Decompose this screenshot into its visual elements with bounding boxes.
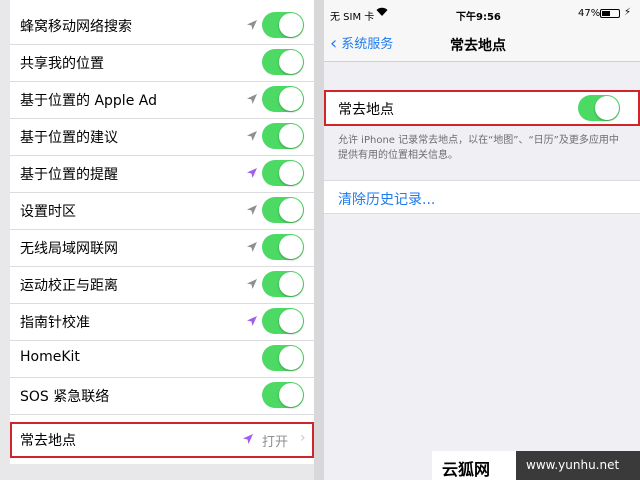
location-arrow-icon [247,205,257,215]
list-item-label: HomeKit [20,349,80,365]
toggle-switch[interactable] [262,271,304,297]
location-arrow-icon [247,242,257,252]
list-item-label: 无线局域网联网 [20,241,118,257]
toggle-switch[interactable] [262,123,304,149]
list-item-reminders[interactable]: 基于位置的提醒 [10,156,314,193]
cell-label: 常去地点 [338,102,394,118]
wifi-icon [376,7,388,19]
toggle-switch[interactable] [262,197,304,223]
clear-history-link[interactable]: 清除历史记录... [338,189,435,209]
location-arrow-icon [247,168,257,178]
list-item-label: 常去地点 [20,433,76,449]
status-bar: 无 SIM 卡 下午9:56 47% ⚡ [324,0,640,24]
list-item-apple-ads[interactable]: 基于位置的 Apple Ad [10,82,314,119]
frequent-locations-screen: 无 SIM 卡 下午9:56 47% ⚡ ‹ 系统服务 常去地点 常去地点 允许 … [324,0,640,480]
toggle-switch[interactable] [262,49,304,75]
list-item-compass-calibration[interactable]: 指南针校准 [10,304,314,341]
description-text: 允许 iPhone 记录常去地点，以在“地图”、“日历”及更多应用中提供有用的位… [338,135,619,161]
location-arrow-icon [247,316,257,326]
page-title: 常去地点 [450,38,506,54]
list-item-label: SOS 紧急联络 [20,389,110,405]
divider [314,0,324,480]
list-item-suggestions[interactable]: 基于位置的建议 [10,119,314,156]
toggle-switch[interactable] [262,234,304,260]
back-label: 系统服务 [341,37,394,52]
list-item-cellular-search[interactable]: 蜂窝移动网络搜索 [10,8,314,45]
list-item-label: 共享我的位置 [20,56,104,72]
chevron-right-icon: › [300,430,306,446]
watermark-logo-text: 云狐网 [442,460,491,479]
frequent-locations-toggle[interactable] [578,95,620,121]
battery-percent: 47% [578,8,601,19]
list-item-label: 基于位置的 Apple Ad [20,93,157,109]
toggle-switch[interactable] [262,86,304,112]
navigation-bar: ‹ 系统服务 常去地点 [324,24,640,62]
toggle-switch[interactable] [262,382,304,408]
list-item-label: 指南针校准 [20,315,90,331]
list-item-frequent-locations[interactable]: 常去地点 打开 › [10,422,314,458]
list-item-label: 基于位置的提醒 [20,167,118,183]
battery-icon [600,9,620,18]
clear-history-cell[interactable]: 清除历史记录... [324,180,640,214]
location-arrow-icon [247,20,257,30]
list-item-wifi-networking[interactable]: 无线局域网联网 [10,230,314,267]
charging-bolt-icon: ⚡ [624,7,632,18]
toggle-switch[interactable] [262,345,304,371]
toggle-switch[interactable] [262,12,304,38]
location-arrow-icon [247,279,257,289]
back-button[interactable]: ‹ 系统服务 [330,32,394,54]
frequent-locations-cell: 常去地点 [324,90,640,126]
watermark-url: www.yunhu.net [516,451,640,480]
carrier-label: 无 SIM 卡 [330,12,375,23]
list-item-label: 设置时区 [20,204,76,220]
list-item-label: 蜂窝移动网络搜索 [20,19,132,35]
list-item-time-zone[interactable]: 设置时区 [10,193,314,230]
status-value: 打开 [262,435,289,450]
list-item-label: 运动校正与距离 [20,278,118,294]
watermark: 云狐网 www.yunhu.net [432,451,640,480]
location-arrow-icon [247,94,257,104]
list-item-label: 基于位置的建议 [20,130,118,146]
toggle-switch[interactable] [262,160,304,186]
clock: 下午9:56 [456,12,501,23]
list-item-homekit[interactable]: HomeKit [10,341,314,378]
list-item-motion-calibration[interactable]: 运动校正与距离 [10,267,314,304]
chevron-left-icon: ‹ [330,33,338,54]
location-arrow-icon [247,131,257,141]
list-item-share-location[interactable]: 共享我的位置 [10,45,314,82]
list-item-emergency-sos[interactable]: SOS 紧急联络 [10,378,314,415]
location-arrow-icon [243,434,253,444]
toggle-switch[interactable] [262,308,304,334]
location-services-list: 蜂窝移动网络搜索 共享我的位置 基于位置的 Apple Ad 基于位置的建议 基… [10,0,314,464]
